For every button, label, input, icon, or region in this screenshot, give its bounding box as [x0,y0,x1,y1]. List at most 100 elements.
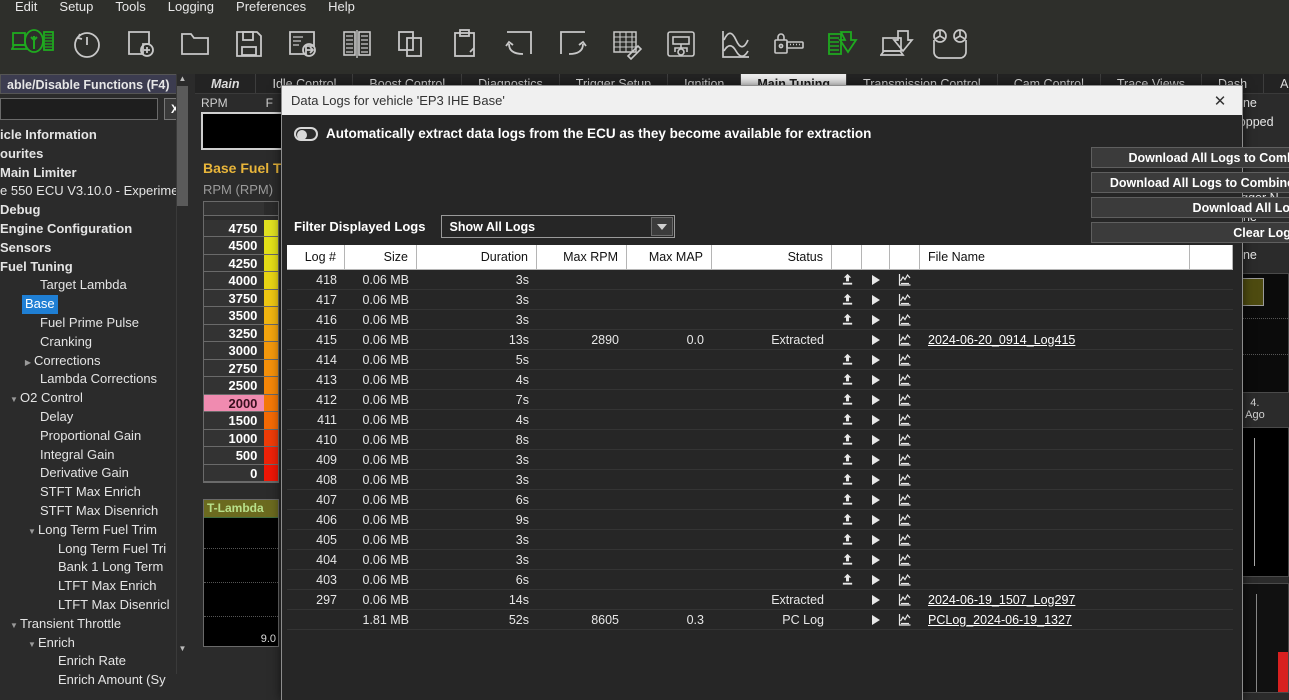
tree-scroll-thumb[interactable] [177,86,188,206]
file-name-link[interactable]: 2024-06-20_0914_Log415 [928,333,1075,347]
upload-icon[interactable] [832,410,862,430]
table-row[interactable]: 4100.06 MB8s [287,430,1233,450]
table-row[interactable]: 4150.06 MB13s28900.0Extracted2024-06-20_… [287,330,1233,350]
tree-item[interactable]: Main Limiter [0,164,195,183]
fuel-table-rpm-cell[interactable]: 500 [204,447,264,465]
tree-item[interactable]: Fuel Prime Pulse [0,314,195,333]
col-file-name[interactable]: File Name [920,245,1190,270]
fuel-table-rpm-cell[interactable]: 4250 [204,255,264,273]
play-icon[interactable] [862,550,890,570]
col-status[interactable]: Status [712,245,832,270]
cell-file-name[interactable]: PCLog_2024-06-19_1327 [920,610,1190,630]
fuel-table-rpm-cell[interactable]: 2750 [204,360,264,378]
chevron-down-icon[interactable]: ▼ [26,636,38,653]
tree-item[interactable]: Long Term Fuel Tri [0,540,195,559]
tree-scroll-down-arrow[interactable]: ▼ [177,644,188,655]
upload-icon[interactable] [832,570,862,590]
graph-icon[interactable] [890,390,920,410]
ecu-connect-icon[interactable] [10,21,56,67]
fuel-table-row[interactable]: 0 [204,465,278,483]
clear-logging-memory-button[interactable]: Clear Logging Memory [1091,222,1289,243]
table-row[interactable]: 2970.06 MB14sExtracted2024-06-19_1507_Lo… [287,590,1233,610]
close-icon[interactable]: ✕ [1198,86,1242,115]
tree-item[interactable]: Debug [0,201,195,220]
tree-item[interactable]: Derivative Gain [0,464,195,483]
tuning-wheels-icon[interactable] [928,21,974,67]
data-log-graph-icon[interactable] [712,21,758,67]
tree-item[interactable]: Base [0,295,195,314]
table-row[interactable]: 4080.06 MB3s [287,470,1233,490]
upload-icon[interactable] [832,270,862,290]
upload-icon[interactable] [832,450,862,470]
table-row[interactable]: 4140.06 MB5s [287,350,1233,370]
tree-item[interactable]: Proportional Gain [0,427,195,446]
function-search-input[interactable] [0,98,158,120]
graph-icon[interactable] [890,370,920,390]
upload-icon[interactable] [832,590,862,610]
upload-icon[interactable] [832,550,862,570]
tree-item[interactable]: Lambda Corrections [0,370,195,389]
graph-icon[interactable] [890,590,920,610]
table-row[interactable]: 1.81 MB52s86050.3PC LogPCLog_2024-06-19_… [287,610,1233,630]
tree-item[interactable]: LTFT Max Enrich [0,577,195,596]
fuel-table-row[interactable]: 3250 [204,325,278,343]
upload-icon[interactable] [832,470,862,490]
fuel-table-row[interactable]: 2500 [204,377,278,395]
fuel-table-row[interactable]: 3500 [204,307,278,325]
download-to-ecu-icon[interactable] [820,21,866,67]
tree-scroll-up-arrow[interactable]: ▲ [177,74,188,85]
tree-item[interactable]: Enrich Rate [0,652,195,671]
play-icon[interactable] [862,590,890,610]
graph-icon[interactable] [890,610,920,630]
graph-icon[interactable] [890,410,920,430]
fuel-table-row[interactable]: 4500 [204,237,278,255]
tree-item[interactable]: ▼Transient Throttle [0,615,195,634]
redo-icon[interactable] [550,21,596,67]
file-name-link[interactable]: 2024-06-19_1507_Log297 [928,593,1075,607]
col-play[interactable] [862,245,890,270]
table-row[interactable]: 4030.06 MB6s [287,570,1233,590]
tree-item[interactable]: Integral Gain [0,446,195,465]
tree-item[interactable]: Fuel Tuning [0,258,195,277]
fuel-table-row[interactable]: 1000 [204,430,278,448]
upload-icon[interactable] [832,330,862,350]
menu-item-preferences[interactable]: Preferences [225,0,317,14]
fuel-table-row[interactable]: 4750 [204,220,278,238]
col-upload[interactable] [832,245,862,270]
undo-icon[interactable] [496,21,542,67]
chevron-down-icon[interactable]: ▼ [8,617,20,634]
menu-item-setup[interactable]: Setup [48,0,104,14]
graph-icon[interactable] [890,510,920,530]
fuel-table-value-cell[interactable] [264,395,278,413]
fuel-table-rpm-cell[interactable]: 3000 [204,342,264,360]
play-icon[interactable] [862,290,890,310]
graph-icon[interactable] [890,310,920,330]
chevron-down-icon[interactable] [651,217,673,236]
fuel-table-row[interactable]: 4000 [204,272,278,290]
tree-item[interactable]: ourites [0,145,195,164]
dashboard-icon[interactable] [658,21,704,67]
menu-item-help[interactable]: Help [317,0,366,14]
play-icon[interactable] [862,610,890,630]
fuel-table-rpm-cell[interactable]: 4750 [204,220,264,238]
graph-icon[interactable] [890,350,920,370]
play-icon[interactable] [862,430,890,450]
tree-item[interactable]: ▼Enrich [0,634,195,653]
play-icon[interactable] [862,450,890,470]
tree-item[interactable]: LTFT Max Disenricl [0,596,195,615]
tree-item[interactable]: ▶Corrections [0,352,195,371]
fuel-table-value-cell[interactable] [264,237,278,255]
play-icon[interactable] [862,310,890,330]
graph-icon[interactable] [890,570,920,590]
col-max-rpm[interactable]: Max RPM [537,245,627,270]
fuel-table-value-cell[interactable] [264,290,278,308]
graph-icon[interactable] [890,450,920,470]
fuel-table-rpm-cell[interactable]: 3500 [204,307,264,325]
save-icon[interactable] [226,21,272,67]
fuel-table-value-cell[interactable] [264,325,278,343]
upload-icon[interactable] [832,350,862,370]
table-row[interactable]: 4160.06 MB3s [287,310,1233,330]
t-lambda-trace[interactable]: T-Lambda 9.0 [203,499,279,647]
upload-icon[interactable] [832,530,862,550]
table-row[interactable]: 4050.06 MB3s [287,530,1233,550]
